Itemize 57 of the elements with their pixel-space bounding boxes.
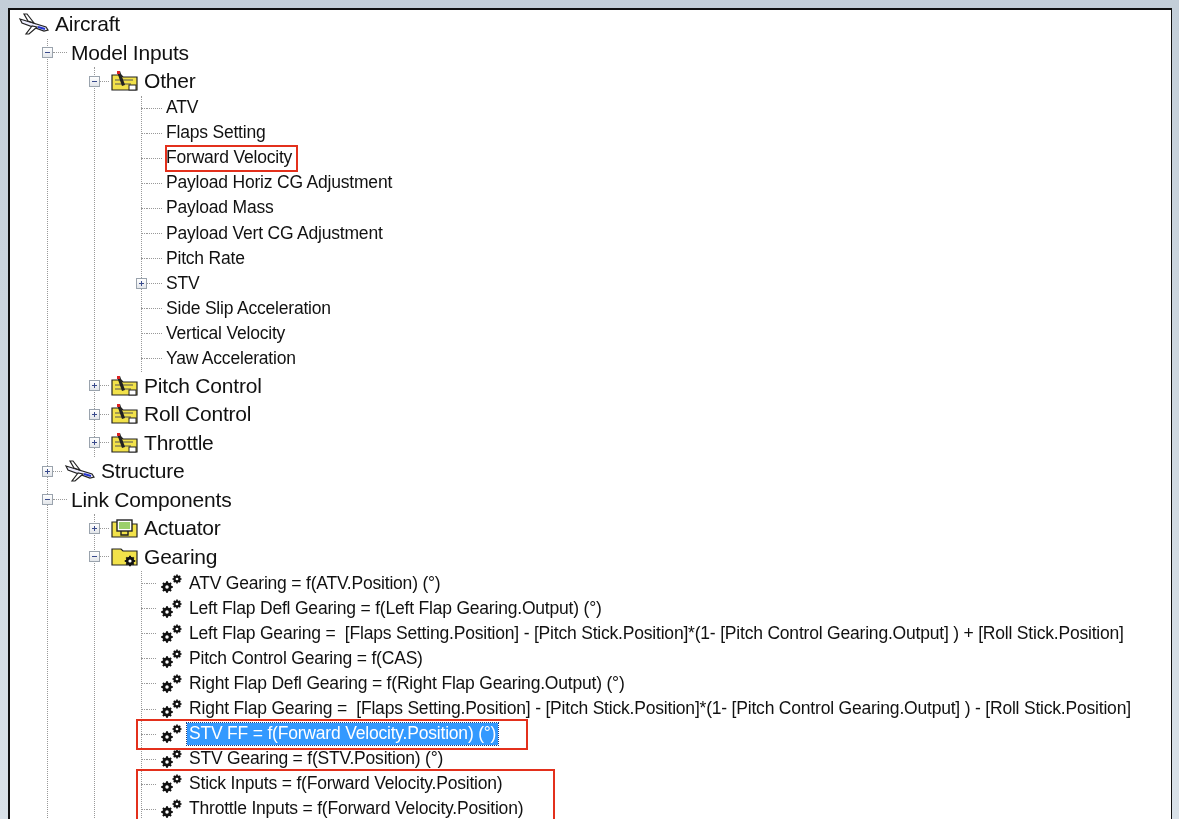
folder-pencil-icon <box>111 374 139 397</box>
gears-icon <box>158 698 184 721</box>
tree-item-label[interactable]: ATV Gearing = f(ATV.Position) (°) <box>187 572 443 595</box>
expand-button[interactable] <box>89 437 100 449</box>
collapse-button[interactable] <box>42 47 53 59</box>
tree-item-label[interactable]: Left Flap Gearing = [Flaps Setting.Position] - [Pitch Stick.Position]*(1- [Pitch Control Gearing.Output] ) + [Roll Stick.Position] <box>187 622 1126 645</box>
airplane-icon <box>18 13 50 36</box>
expand-button[interactable] <box>89 408 100 420</box>
tree-item-label[interactable]: Structure <box>99 458 187 485</box>
gears-icon <box>158 723 184 746</box>
tree-item-label[interactable]: Right Flap Gearing = [Flaps Setting.Position] - [Pitch Stick.Position]*(1- [Pitch Control Gearing.Output] ) - [Roll Stick.Position] <box>187 698 1133 720</box>
tree-item-label[interactable]: Payload Vert CG Adjustment <box>164 222 385 245</box>
folder-pencil-icon <box>111 431 139 454</box>
expand-button[interactable] <box>42 465 53 477</box>
collapse-button[interactable] <box>42 494 53 506</box>
gears-icon <box>158 622 184 645</box>
tree-item-label[interactable]: Model Inputs <box>69 39 191 66</box>
tree-item-label[interactable]: STV <box>164 272 202 295</box>
folder-pencil-icon <box>111 403 139 426</box>
tree-item-label[interactable]: Left Flap Defl Gearing = f(Left Flap Gearing.Output) (°) <box>187 597 604 620</box>
tree-item-label[interactable]: Roll Control <box>142 401 254 428</box>
tree-item-label[interactable]: ATV <box>164 97 201 119</box>
gears-icon <box>158 748 184 771</box>
tree-item-label[interactable]: Pitch Control <box>142 372 264 399</box>
tree-item-label[interactable]: Other <box>142 68 198 95</box>
tree-item-label[interactable]: Throttle Inputs = f(Forward Velocity.Position) <box>187 798 526 819</box>
tree-item-label[interactable]: Right Flap Defl Gearing = f(Right Flap Gearing.Output) (°) <box>187 673 627 695</box>
gears-icon <box>158 597 184 620</box>
folder-gear-icon <box>111 545 139 568</box>
gears-icon <box>158 773 184 796</box>
folder-pencil-icon <box>111 70 139 93</box>
gears-icon <box>158 672 184 695</box>
tree-item-label[interactable]: Payload Mass <box>164 197 276 220</box>
folder-monitor-icon <box>111 517 139 540</box>
tree-item-label[interactable]: Flaps Setting <box>164 122 268 145</box>
expand-button[interactable] <box>136 278 147 290</box>
expand-button[interactable] <box>89 380 100 392</box>
airplane-icon <box>64 460 96 483</box>
gears-icon <box>158 647 184 670</box>
tree-item-label[interactable]: Side Slip Acceleration <box>164 297 333 320</box>
tree-item-label[interactable]: Throttle <box>142 429 216 456</box>
gears-icon <box>158 572 184 595</box>
expand-button[interactable] <box>89 522 100 534</box>
tree-item-label[interactable]: Actuator <box>142 515 223 542</box>
tree-item-label[interactable]: Payload Horiz CG Adjustment <box>164 172 395 195</box>
tree-item-label[interactable]: Link Components <box>69 486 234 513</box>
tree-item-label[interactable]: Vertical Velocity <box>164 322 288 345</box>
collapse-button[interactable] <box>89 551 100 563</box>
tree-item-label[interactable]: Yaw Acceleration <box>164 348 298 370</box>
tree-item-label[interactable]: Pitch Rate <box>164 247 247 270</box>
collapse-button[interactable] <box>89 75 100 87</box>
tree-item-label[interactable]: Gearing <box>142 543 220 570</box>
tree-item-label[interactable]: Forward Velocity <box>164 147 295 170</box>
tree-item-label[interactable]: Stick Inputs = f(Forward Velocity.Position) <box>187 773 505 796</box>
tree-item-label[interactable]: Pitch Control Gearing = f(CAS) <box>187 647 425 670</box>
tree-item-label[interactable]: STV Gearing = f(STV.Position) (°) <box>187 748 446 771</box>
tree-item-label[interactable]: Aircraft <box>53 11 122 38</box>
